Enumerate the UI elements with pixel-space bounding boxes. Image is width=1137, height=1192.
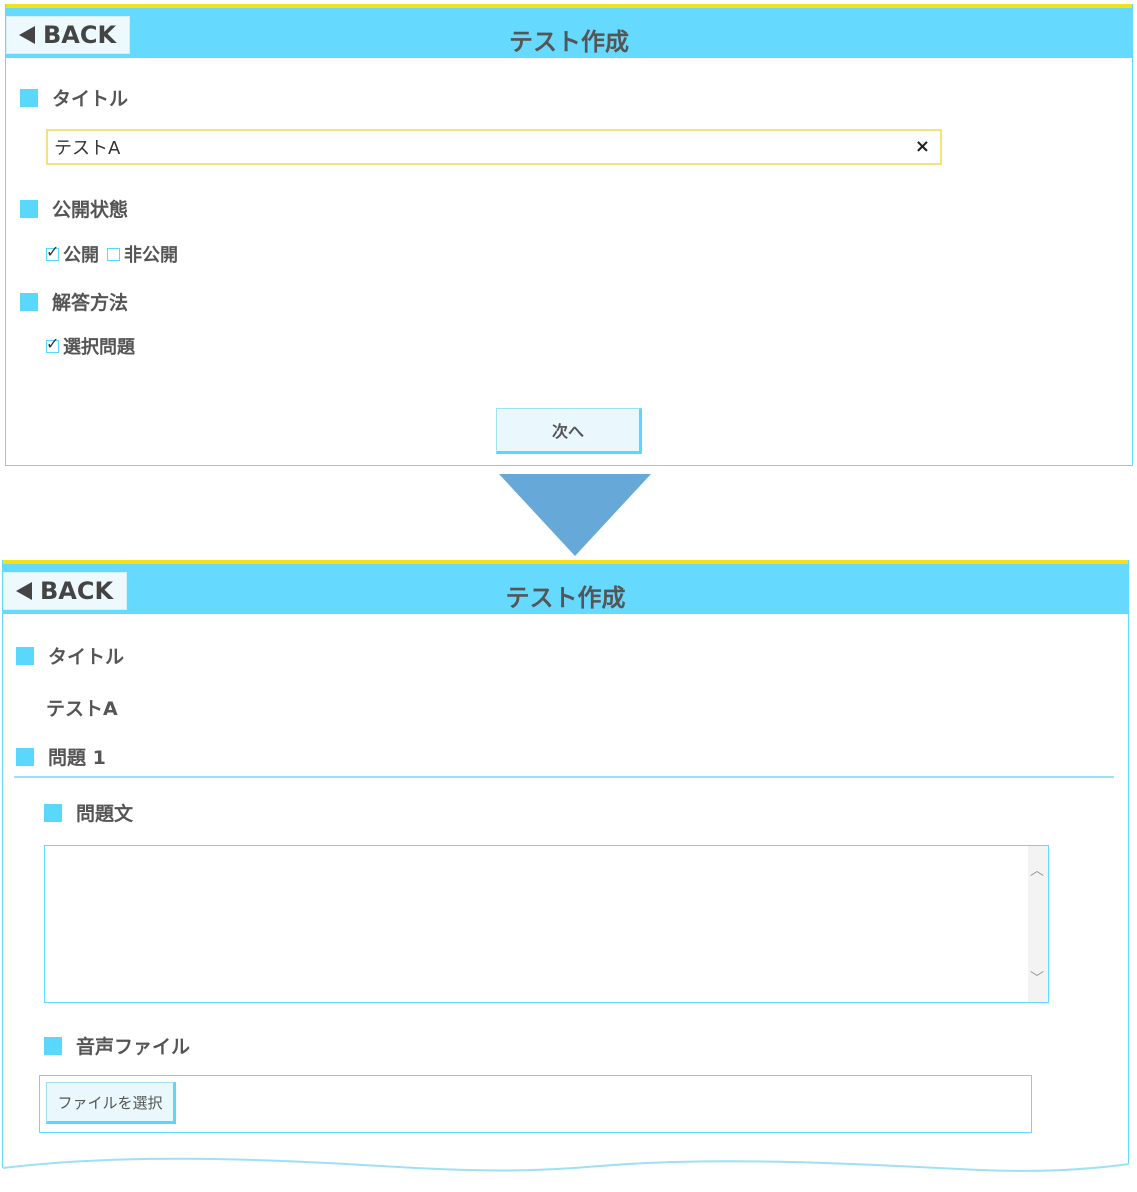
- question-text-input[interactable]: ︿ ﹀: [44, 845, 1049, 1003]
- visibility-private-label: 非公開: [124, 245, 178, 266]
- visibility-public-checkbox[interactable]: 公開: [46, 241, 99, 267]
- visibility-section-heading: 公開状態: [20, 195, 128, 222]
- multiple-choice-checkbox[interactable]: 選択問題: [46, 333, 135, 359]
- question-text-label: 問題文: [76, 803, 134, 825]
- square-bullet-icon: [44, 803, 62, 822]
- title-input[interactable]: テストA ×: [46, 129, 942, 165]
- wavy-bottom-edge: [0, 1157, 1137, 1192]
- visibility-options: 公開 非公開: [46, 241, 186, 267]
- down-arrow-icon: [499, 474, 651, 556]
- answer-method-section-heading: 解答方法: [20, 288, 128, 315]
- title-section-heading: タイトル: [20, 84, 128, 111]
- square-bullet-icon: [20, 199, 38, 218]
- chevron-up-icon[interactable]: ︿: [1030, 860, 1044, 880]
- visibility-public-label: 公開: [63, 245, 99, 266]
- screen1-panel: BACK テスト作成 タイトル テストA × 公開状態 公開 非公開 解答方法 …: [5, 4, 1133, 466]
- checkbox-checked-icon: [46, 334, 59, 353]
- question-label: 問題 1: [48, 747, 106, 769]
- audio-file-input[interactable]: ファイルを選択: [39, 1075, 1032, 1133]
- choose-file-button[interactable]: ファイルを選択: [46, 1082, 176, 1124]
- square-bullet-icon: [16, 747, 34, 766]
- screen1-page-title: テスト作成: [509, 28, 629, 56]
- square-bullet-icon: [20, 88, 38, 107]
- visibility-label: 公開状態: [52, 199, 129, 221]
- visibility-private-checkbox[interactable]: 非公開: [107, 241, 178, 267]
- screen2-title-label: タイトル: [48, 646, 125, 668]
- clear-icon[interactable]: ×: [915, 136, 930, 157]
- screen2-title-section-heading: タイトル: [16, 642, 124, 669]
- title-label: タイトル: [52, 88, 129, 110]
- chevron-down-icon[interactable]: ﹀: [1030, 968, 1044, 988]
- question-heading: 問題 1: [16, 743, 106, 770]
- audio-file-heading: 音声ファイル: [44, 1032, 190, 1059]
- square-bullet-icon: [20, 292, 38, 311]
- checkbox-checked-icon: [46, 242, 59, 261]
- square-bullet-icon: [16, 646, 34, 665]
- square-bullet-icon: [44, 1036, 62, 1055]
- next-button[interactable]: 次へ: [496, 408, 642, 454]
- screen1-header: BACK テスト作成: [6, 4, 1132, 58]
- question-text-heading: 問題文: [44, 799, 133, 826]
- screen2-page-title: テスト作成: [505, 584, 626, 612]
- textarea-scrollbar[interactable]: ︿ ﹀: [1028, 846, 1048, 1002]
- screen2-title-value: テストA: [46, 698, 118, 720]
- answer-method-options: 選択問題: [46, 333, 143, 359]
- title-input-value: テストA: [54, 138, 121, 159]
- screen2-header: BACK テスト作成: [3, 560, 1128, 614]
- checkbox-unchecked-icon: [107, 247, 120, 261]
- section-divider: [14, 776, 1114, 778]
- audio-file-label: 音声ファイル: [76, 1036, 191, 1058]
- answer-method-label: 解答方法: [52, 292, 129, 314]
- multiple-choice-label: 選択問題: [63, 337, 135, 358]
